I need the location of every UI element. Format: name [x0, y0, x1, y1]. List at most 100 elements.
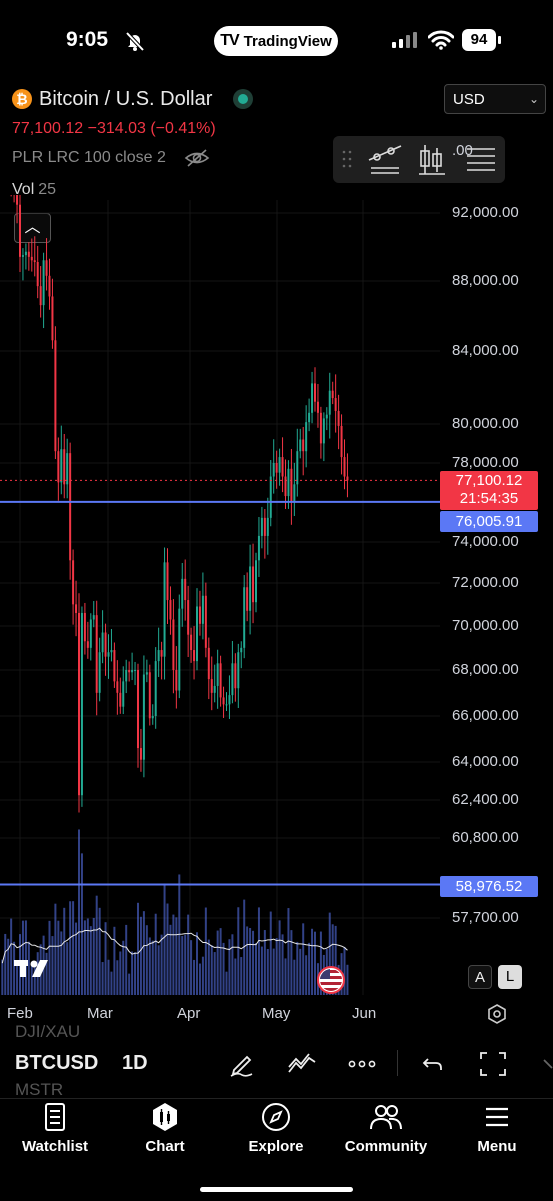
drawing-toolbar	[333, 136, 505, 183]
candle-body	[237, 652, 240, 689]
tab-chart[interactable]: Chart	[115, 1102, 215, 1155]
more-icon[interactable]	[347, 1050, 377, 1078]
volume-bar	[219, 928, 222, 995]
candle-body	[4, 134, 6, 156]
chart-icon	[153, 1103, 177, 1131]
volume-bar	[78, 829, 80, 995]
candle-body	[340, 425, 343, 458]
candle-body	[207, 647, 210, 680]
candle-body	[157, 650, 160, 662]
last-price-tag: 77,100.12 21:54:35	[440, 471, 538, 510]
drawing-tools-icon[interactable]	[287, 1050, 317, 1078]
volume-bar	[83, 920, 86, 995]
log-scale-button[interactable]: L	[498, 965, 522, 989]
y-tick-label: 66,000.00	[452, 707, 519, 724]
volume-bar	[269, 911, 272, 995]
volume-bar	[302, 923, 305, 995]
volume-bar	[157, 945, 160, 995]
auto-scale-button[interactable]: A	[468, 965, 492, 989]
candle-body	[184, 578, 187, 601]
candle-body	[225, 704, 228, 706]
x-tick-label: Feb	[7, 1005, 33, 1022]
candle-body	[57, 451, 60, 483]
pencil-icon[interactable]	[228, 1050, 256, 1078]
volume-bar	[1, 959, 4, 995]
candle-body	[145, 672, 148, 675]
candle-body	[42, 260, 45, 306]
candle-body	[204, 595, 207, 648]
candle-body	[275, 463, 278, 473]
compare-symbol-label: MSTR	[15, 1080, 64, 1099]
candle-body	[343, 457, 346, 477]
candle-body	[30, 256, 33, 261]
candle-body	[322, 418, 325, 444]
candle-body	[98, 652, 101, 693]
volume-bar	[263, 930, 266, 995]
candle-body	[104, 632, 107, 657]
candle-body	[201, 595, 204, 624]
candle-body	[131, 670, 134, 673]
y-tick-label: 78,000.00	[452, 454, 519, 471]
candle-body	[163, 562, 166, 657]
tab-label: Menu	[477, 1138, 517, 1155]
candle-body	[257, 535, 260, 561]
home-indicator[interactable]	[200, 1187, 353, 1192]
volume-bar	[187, 914, 190, 995]
candle-body	[21, 255, 24, 257]
tab-label: Community	[344, 1138, 428, 1155]
volume-bar	[172, 914, 175, 995]
candle-body	[160, 650, 163, 657]
volume-bar	[113, 926, 116, 995]
symbol-ticker[interactable]: BTCUSD	[15, 1052, 98, 1075]
volume-bar	[72, 901, 75, 995]
candle-body	[213, 685, 216, 693]
candle-body	[24, 251, 27, 256]
candles-tool-icon[interactable]	[419, 145, 445, 175]
volume-bar	[60, 931, 63, 995]
volume-bar	[308, 942, 311, 995]
volume-ma-line	[1, 927, 348, 964]
us-flag-icon[interactable]	[315, 966, 347, 994]
candle-body	[196, 606, 198, 662]
x-tick-label: Jun	[352, 1005, 377, 1022]
candle-body	[328, 390, 331, 415]
y-tick-label: 88,000.00	[452, 272, 519, 289]
candle-body	[222, 697, 225, 705]
tab-community[interactable]: Community	[336, 1102, 436, 1155]
candle-body	[316, 401, 319, 413]
candle-body	[260, 517, 263, 536]
volume-bar	[95, 895, 98, 995]
line-price-tag: 58,976.52	[440, 876, 538, 897]
x-tick-label: May	[262, 1005, 291, 1022]
tab-menu[interactable]: Menu	[447, 1102, 547, 1155]
fullscreen-icon[interactable]	[478, 1050, 508, 1078]
volume-bar	[237, 907, 240, 995]
candle-body	[86, 641, 89, 648]
trend-line-tool-icon[interactable]	[368, 145, 402, 174]
candle-body	[278, 457, 281, 473]
candle-body	[1, 118, 3, 133]
tab-explore[interactable]: Explore	[226, 1102, 326, 1155]
candle-body	[95, 615, 98, 693]
drag-handle-icon[interactable]	[342, 150, 352, 168]
candle-body	[293, 484, 296, 502]
candle-body	[122, 681, 125, 707]
y-tick-label: 60,800.00	[452, 829, 519, 846]
y-tick-label: 84,000.00	[452, 342, 519, 359]
candle-body	[331, 390, 334, 399]
candle-body	[266, 517, 269, 536]
scroll-right-icon[interactable]	[536, 1050, 553, 1078]
interval-selector[interactable]: 1D	[122, 1052, 148, 1075]
axis-settings-icon[interactable]	[486, 1003, 508, 1025]
tab-watchlist[interactable]: Watchlist	[5, 1102, 105, 1155]
volume-bar	[10, 918, 13, 995]
candle-body	[181, 578, 184, 609]
undo-icon[interactable]	[420, 1050, 446, 1078]
volume-bar	[216, 930, 219, 995]
volume-bar	[296, 941, 299, 995]
candle-body	[255, 560, 257, 603]
candle-body	[45, 260, 48, 276]
candle-body	[134, 670, 137, 671]
tab-label: Watchlist	[21, 1138, 89, 1155]
candle-body	[178, 608, 181, 691]
